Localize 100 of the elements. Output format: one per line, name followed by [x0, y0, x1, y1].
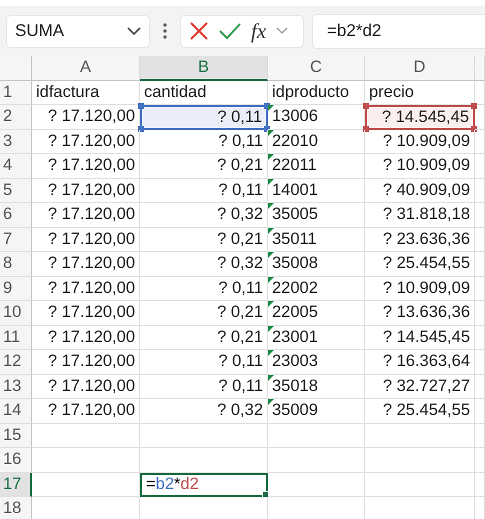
- corner-triangle-icon: [268, 350, 274, 356]
- corner-triangle-icon: [268, 105, 274, 111]
- row-header[interactable]: 17: [0, 472, 32, 497]
- corner-triangle-icon: [268, 203, 274, 209]
- table-cell: ? 0,32: [140, 252, 268, 276]
- table-cell: 22011: [268, 154, 365, 178]
- corner-triangle-icon: [268, 130, 274, 136]
- empty-cell: [475, 105, 485, 130]
- table-cell: ? 17.120,00: [32, 178, 140, 203]
- column-header[interactable]: B: [140, 56, 268, 80]
- table-cell: 35011: [268, 228, 365, 252]
- table-cell: ? 0,11: [140, 178, 268, 203]
- table-cell: ? 23.636,36: [365, 228, 475, 252]
- table-cell: ? 25.454,55: [365, 399, 475, 424]
- empty-cell: [475, 399, 485, 424]
- corner-triangle-icon: [268, 374, 274, 380]
- table-cell: ? 32.727,27: [365, 374, 475, 399]
- table-cell: ? 17.120,00: [32, 399, 140, 424]
- formula-token: b2: [156, 475, 174, 494]
- empty-cell: [475, 252, 485, 276]
- more-options-icon[interactable]: [163, 23, 167, 39]
- row-header[interactable]: 6: [0, 203, 32, 228]
- table-cell: 22005: [268, 301, 365, 326]
- empty-cell: [475, 203, 485, 228]
- table-cell: 35009: [268, 399, 365, 424]
- table-cell: ? 14.545,45: [365, 326, 475, 350]
- table-cell: 23001: [268, 326, 365, 350]
- empty-cell: [475, 326, 485, 350]
- row-header[interactable]: 15: [0, 424, 32, 448]
- table-cell: ? 17.120,00: [32, 374, 140, 399]
- row-header[interactable]: 8: [0, 252, 32, 276]
- row-header[interactable]: 4: [0, 154, 32, 178]
- table-cell: ? 40.909,09: [365, 178, 475, 203]
- table-cell: ? 10.909,09: [365, 154, 475, 178]
- table-cell: ? 0,11: [140, 350, 268, 374]
- table-cell: ? 10.909,09: [365, 276, 475, 301]
- row-header[interactable]: 1: [0, 80, 32, 105]
- table-cell: 14001: [268, 178, 365, 203]
- row-header[interactable]: 13: [0, 374, 32, 399]
- table-cell: ? 17.120,00: [32, 130, 140, 154]
- table-cell: ? 17.120,00: [32, 350, 140, 374]
- row-header[interactable]: 9: [0, 276, 32, 301]
- table-cell: ? 0,21: [140, 228, 268, 252]
- formula-token: =: [146, 475, 156, 494]
- empty-cell: [475, 276, 485, 301]
- row-header[interactable]: 12: [0, 350, 32, 374]
- cancel-icon[interactable]: [189, 21, 209, 41]
- table-cell: ? 0,11: [140, 105, 268, 130]
- table-cell: ? 17.120,00: [32, 203, 140, 228]
- column-header[interactable]: A: [32, 56, 140, 80]
- empty-cell: [475, 178, 485, 203]
- table-cell: ? 0,21: [140, 326, 268, 350]
- empty-cell: [475, 130, 485, 154]
- row-header[interactable]: 5: [0, 178, 32, 203]
- table-cell: ? 25.454,55: [365, 252, 475, 276]
- checkmark-icon[interactable]: [219, 22, 241, 40]
- row-header[interactable]: 11: [0, 326, 32, 350]
- empty-cell: [475, 301, 485, 326]
- table-cell: ? 16.363,64: [365, 350, 475, 374]
- formula-token: *: [174, 475, 180, 494]
- table-cell: 35008: [268, 252, 365, 276]
- row-header[interactable]: 3: [0, 130, 32, 154]
- table-cell: ? 0,21: [140, 154, 268, 178]
- table-cell: 35018: [268, 374, 365, 399]
- column-header[interactable]: C: [268, 56, 365, 80]
- corner-triangle-icon: [268, 399, 274, 405]
- table-cell: 35005: [268, 203, 365, 228]
- row-header[interactable]: 14: [0, 399, 32, 424]
- table-cell: 22010: [268, 130, 365, 154]
- row-header[interactable]: 16: [0, 448, 32, 472]
- corner-triangle-icon: [268, 228, 274, 234]
- table-cell: ? 31.818,18: [365, 203, 475, 228]
- corner-triangle-icon: [268, 276, 274, 282]
- table-cell: ? 0,11: [140, 130, 268, 154]
- table-cell: ? 17.120,00: [32, 154, 140, 178]
- name-box[interactable]: SUMA: [6, 14, 150, 48]
- corner-triangle-icon: [268, 301, 274, 307]
- empty-cell: [475, 350, 485, 374]
- formula-bar[interactable]: =b2*d2: [312, 14, 485, 48]
- table-cell: ? 0,32: [140, 203, 268, 228]
- table-cell: ? 17.120,00: [32, 276, 140, 301]
- column-header[interactable]: D: [365, 56, 475, 80]
- table-cell: ? 14.545,45: [365, 105, 475, 130]
- corner-triangle-icon: [268, 252, 274, 258]
- table-cell: ? 17.120,00: [32, 252, 140, 276]
- row-header[interactable]: 18: [0, 497, 32, 519]
- empty-cell: [475, 374, 485, 399]
- table-cell: ? 0,32: [140, 399, 268, 424]
- formula-token: d2: [180, 475, 199, 494]
- cell-editor[interactable]: =b2*d2: [140, 472, 268, 497]
- chevron-down-icon[interactable]: [276, 27, 288, 35]
- corner-triangle-icon: [268, 154, 274, 160]
- insert-function-button[interactable]: fx: [251, 18, 266, 44]
- table-cell: 23003: [268, 350, 365, 374]
- row-header[interactable]: 10: [0, 301, 32, 326]
- row-header[interactable]: 7: [0, 228, 32, 252]
- row-header[interactable]: 2: [0, 105, 32, 130]
- table-cell: idfactura: [32, 80, 140, 105]
- table-cell: ? 0,21: [140, 301, 268, 326]
- table-cell: ? 10.909,09: [365, 130, 475, 154]
